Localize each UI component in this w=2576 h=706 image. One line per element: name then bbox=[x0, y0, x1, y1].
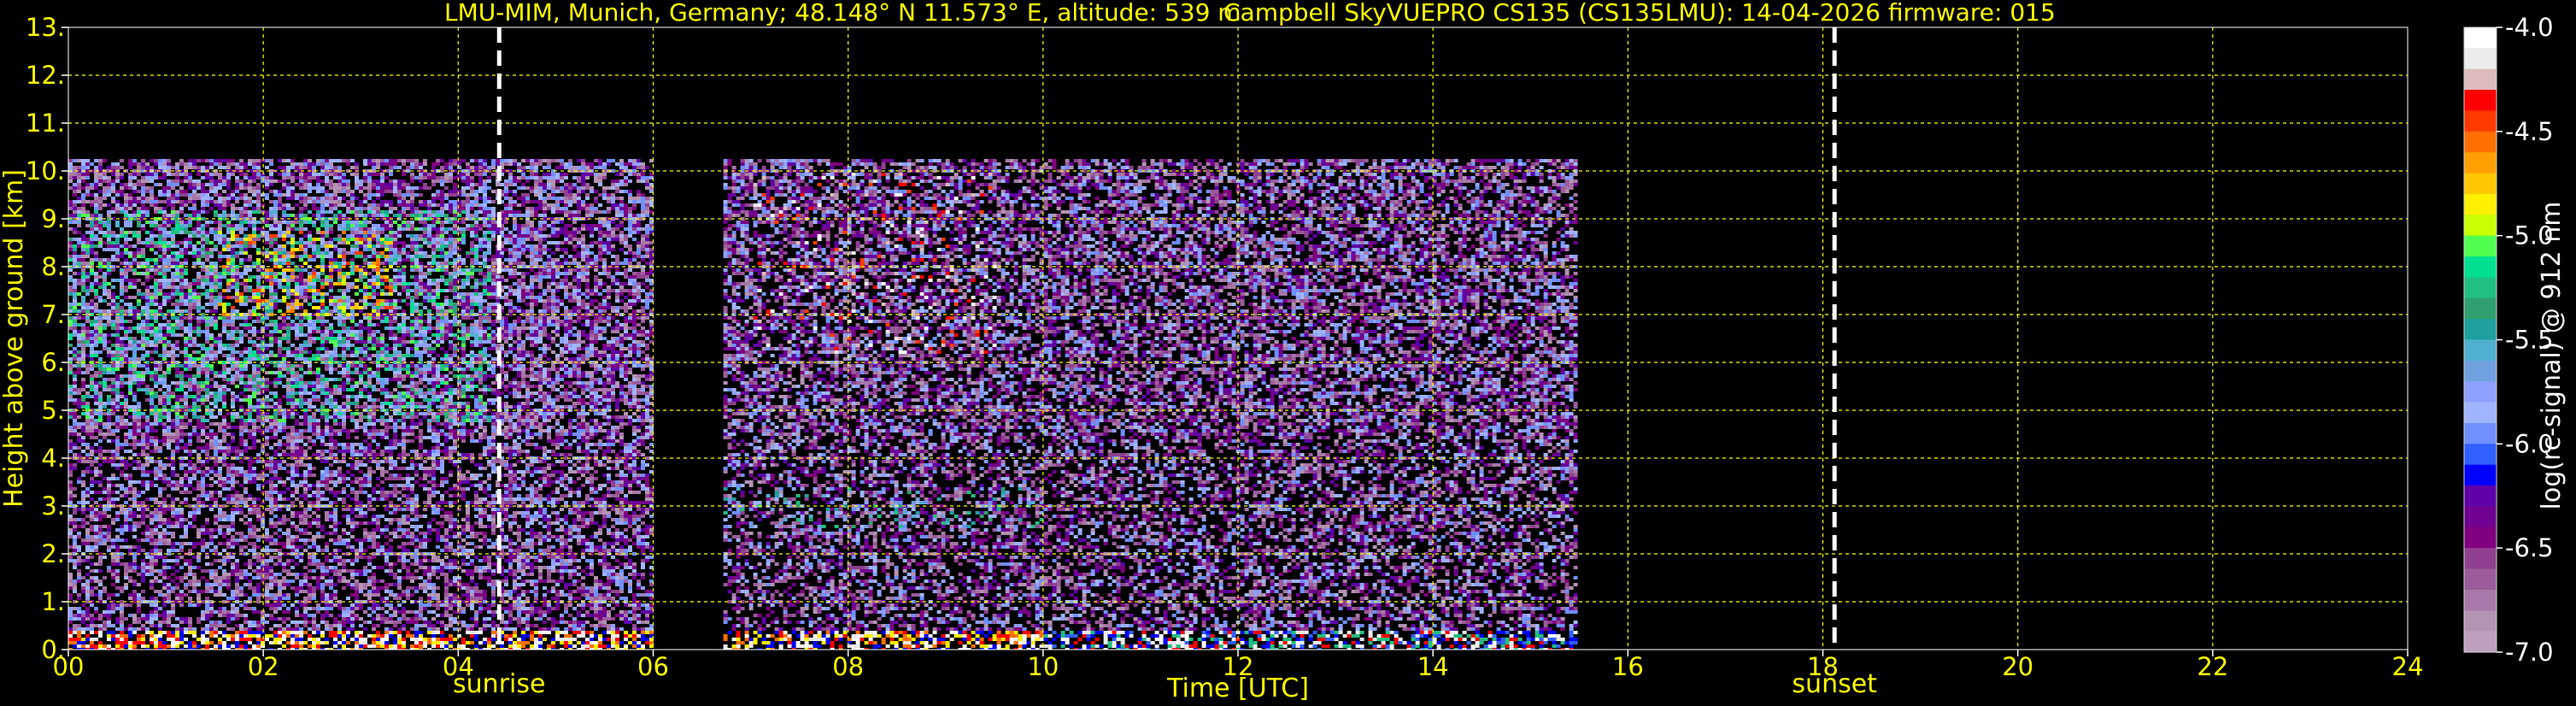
y-tick-label: 1. bbox=[41, 587, 65, 616]
y-tick-label: 2. bbox=[41, 539, 65, 568]
colorbar-swatch bbox=[2464, 48, 2497, 69]
x-tick-label: 00 bbox=[53, 652, 85, 681]
colorbar-tick-label: -7.0 bbox=[2505, 638, 2554, 667]
x-tick-label: 16 bbox=[1612, 652, 1644, 681]
colorbar-swatch bbox=[2464, 403, 2497, 424]
colorbar-swatch bbox=[2464, 569, 2497, 591]
colorbar-swatch bbox=[2464, 423, 2497, 444]
x-tick-label: 20 bbox=[2002, 652, 2033, 681]
y-tick-label: 13. bbox=[26, 13, 65, 42]
colorbar-swatch bbox=[2464, 527, 2497, 549]
x-axis-label: Time [UTC] bbox=[1166, 674, 1309, 703]
y-tick-label: 6. bbox=[41, 348, 65, 377]
y-tick-label: 7. bbox=[41, 300, 65, 329]
colorbar-swatch bbox=[2464, 236, 2497, 257]
x-tick-label: 14 bbox=[1417, 652, 1449, 681]
colorbar-swatch bbox=[2464, 444, 2497, 465]
colorbar-swatch bbox=[2464, 632, 2497, 653]
y-tick-label: 3. bbox=[41, 491, 65, 521]
y-tick-label: 9. bbox=[41, 204, 65, 233]
y-tick-label: 11. bbox=[26, 109, 65, 138]
colorbar-swatch bbox=[2464, 319, 2497, 340]
y-tick-label: 10. bbox=[26, 156, 65, 185]
y-tick-label: 12. bbox=[26, 61, 65, 90]
colorbar-swatch bbox=[2464, 27, 2497, 49]
colorbar-swatch bbox=[2464, 215, 2497, 236]
y-tick-label: 4. bbox=[41, 444, 65, 473]
lidar-backscatter-chart: LMU-MIM, Munich, Germany; 48.148° N 11.5… bbox=[0, 0, 2576, 706]
colorbar-swatch bbox=[2464, 590, 2497, 611]
x-tick-label: 04 bbox=[443, 652, 474, 681]
colorbar-tick-label: -4.0 bbox=[2505, 13, 2554, 42]
colorbar-swatch bbox=[2464, 69, 2497, 91]
colorbar-swatch bbox=[2464, 381, 2497, 403]
colorbar-swatch bbox=[2464, 465, 2497, 486]
x-tick-label: 06 bbox=[637, 652, 669, 681]
colorbar-swatch bbox=[2464, 152, 2497, 174]
y-axis-label: Height above ground [km] bbox=[0, 169, 29, 508]
colorbar-swatch bbox=[2464, 361, 2497, 382]
colorbar-swatch bbox=[2464, 132, 2497, 153]
x-tick-label: 10 bbox=[1027, 652, 1059, 681]
x-tick-label: 18 bbox=[1807, 652, 1839, 681]
colorbar-tick-label: -6.5 bbox=[2505, 533, 2554, 562]
colorbar-swatch bbox=[2464, 194, 2497, 215]
colorbar-swatch bbox=[2464, 110, 2497, 132]
colorbar-swatch bbox=[2464, 548, 2497, 569]
colorbar-swatch bbox=[2464, 256, 2497, 278]
colorbar-swatch bbox=[2464, 90, 2497, 111]
x-tick-label: 24 bbox=[2392, 652, 2424, 681]
y-tick-label: 8. bbox=[41, 252, 65, 281]
x-tick-label: 08 bbox=[832, 652, 864, 681]
x-tick-label: 02 bbox=[248, 652, 279, 681]
chart-title-left: LMU-MIM, Munich, Germany; 48.148° N 11.5… bbox=[444, 0, 1241, 26]
colorbar-swatch bbox=[2464, 340, 2497, 362]
colorbar-swatch bbox=[2464, 277, 2497, 298]
y-tick-label: 5. bbox=[41, 396, 65, 425]
colorbar-swatch bbox=[2464, 174, 2497, 195]
x-tick-label: 22 bbox=[2197, 652, 2228, 681]
colorbar-swatch bbox=[2464, 506, 2497, 527]
colorbar-tick-label: -4.5 bbox=[2505, 117, 2554, 146]
colorbar-swatch bbox=[2464, 485, 2497, 507]
colorbar-label: log(rc-signal) @ 912 nm bbox=[2537, 202, 2567, 510]
chart-title-right: Campbell SkyVUEPRO CS135 (CS135LMU): 14-… bbox=[1223, 0, 2056, 26]
colorbar-swatch bbox=[2464, 610, 2497, 632]
colorbar-swatch bbox=[2464, 298, 2497, 320]
